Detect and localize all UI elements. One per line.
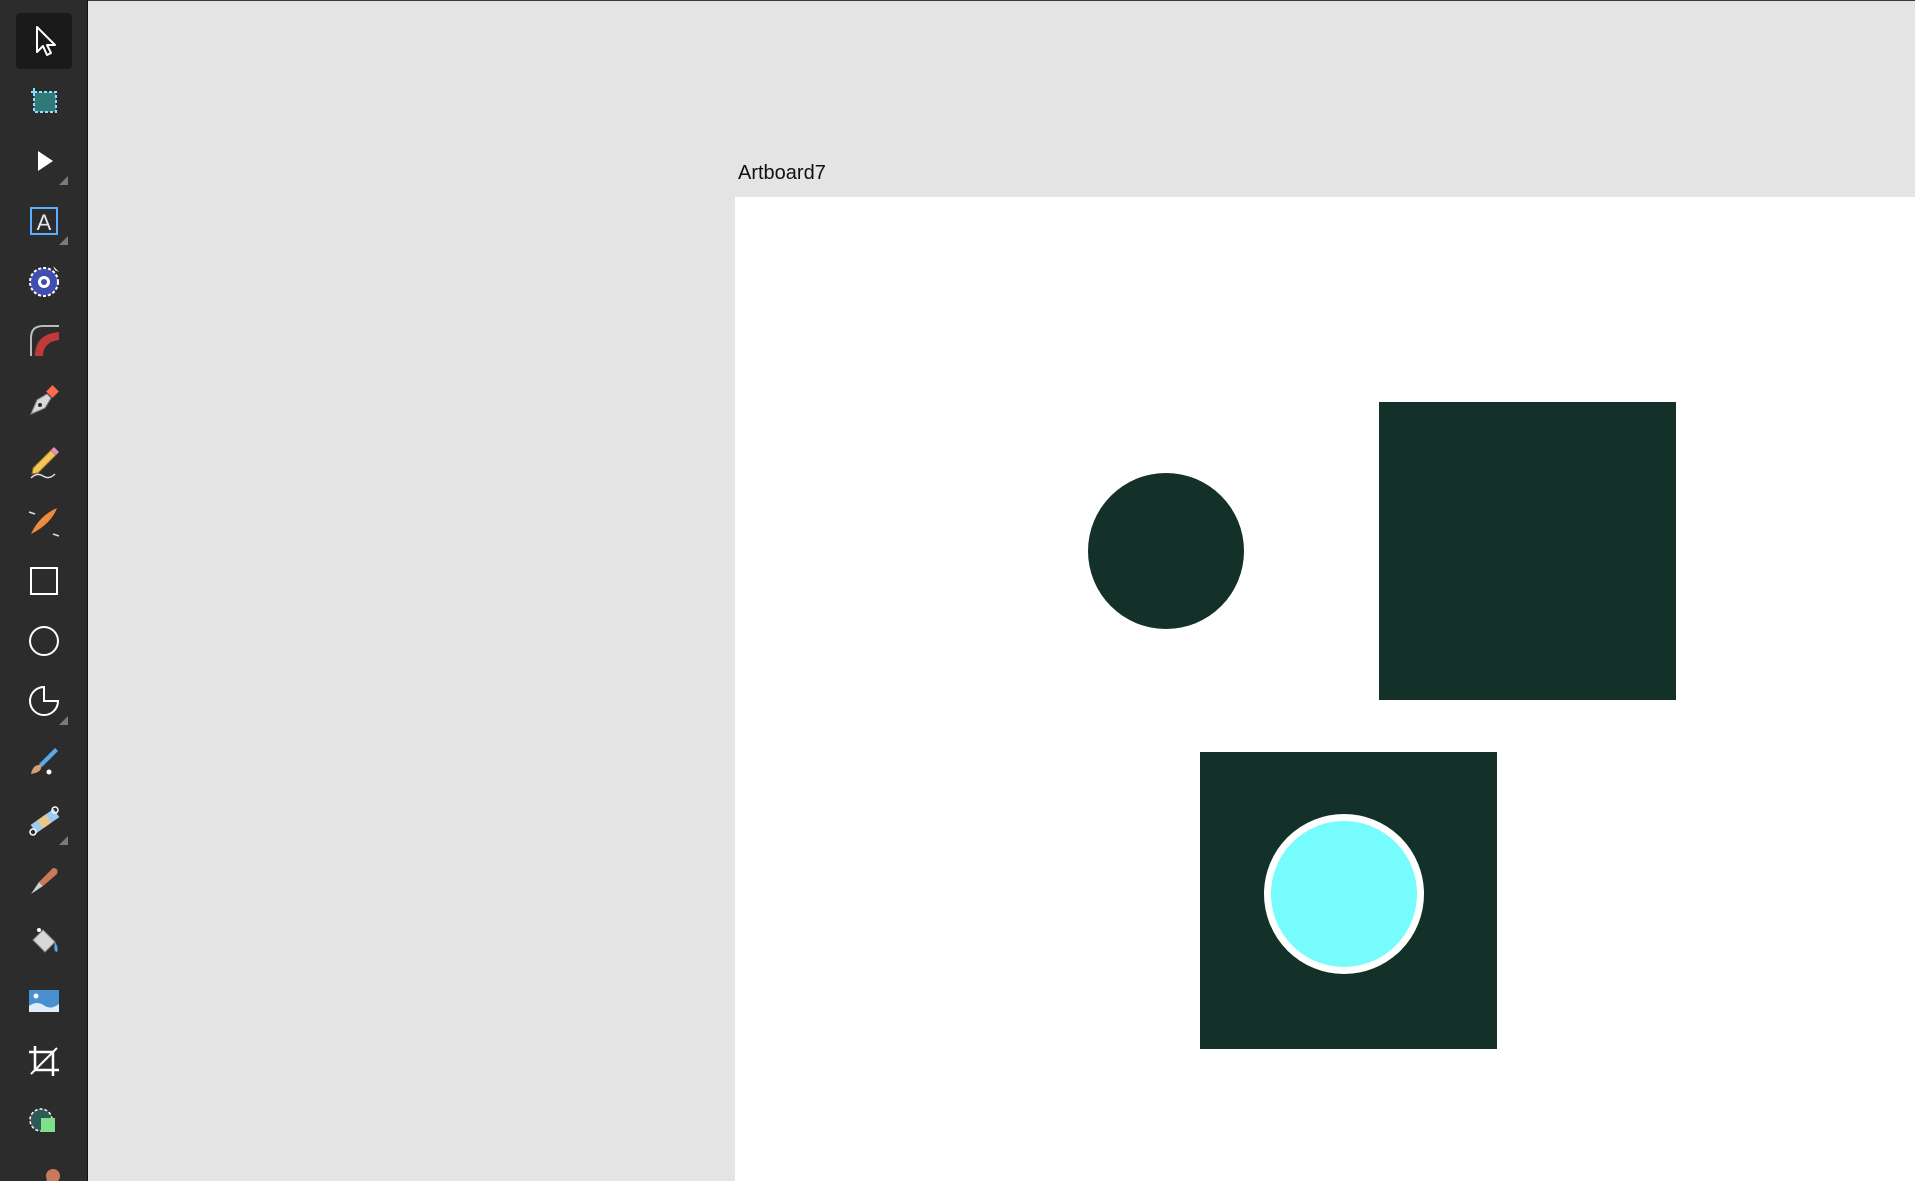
shape-builder-tool[interactable] — [16, 1093, 72, 1149]
pen-tool[interactable] — [16, 373, 72, 429]
dark-circle-shape[interactable] — [1088, 473, 1244, 629]
tool-flyout-indicator — [59, 236, 68, 245]
move-tool[interactable] — [16, 13, 72, 69]
artboard[interactable] — [735, 197, 1915, 1181]
corner-tool-icon — [30, 325, 59, 356]
node-tool[interactable] — [16, 133, 72, 189]
ellipse-tool[interactable] — [16, 613, 72, 669]
pie-tool-icon — [29, 685, 60, 716]
place-image-tool[interactable] — [16, 973, 72, 1029]
artboard-title[interactable]: Artboard7 — [738, 162, 826, 185]
cyan-circle-shape[interactable] — [1264, 814, 1424, 974]
crop-tool-icon — [29, 1046, 59, 1076]
crop-tool[interactable] — [16, 1033, 72, 1089]
tools-panel: A — [0, 0, 88, 1181]
pie-tool[interactable] — [16, 673, 72, 729]
shape-builder-tool-icon — [29, 1108, 55, 1132]
dark-square-shape[interactable] — [1379, 402, 1676, 700]
transparency-tool-icon — [29, 806, 60, 836]
fill-tool[interactable] — [16, 913, 72, 969]
tool-flyout-indicator — [59, 716, 68, 725]
fill-tool-icon — [32, 928, 58, 953]
transparency-tool[interactable] — [16, 793, 72, 849]
node-tool-icon — [38, 151, 53, 171]
svg-text:A: A — [37, 210, 52, 235]
contour-tool[interactable] — [16, 253, 72, 309]
frame-text-tool-icon: A — [30, 207, 58, 235]
move-tool-icon — [36, 26, 56, 56]
affinity-designer-window: A Artboard7 — [0, 0, 1915, 1181]
pixel-brush-tool-icon — [31, 868, 58, 894]
paint-brush-tool-icon — [31, 748, 58, 775]
corner-tool[interactable] — [16, 313, 72, 369]
artboard-tool[interactable] — [16, 73, 72, 129]
artboard-tool-icon — [31, 88, 57, 113]
tool-flyout-indicator — [59, 836, 68, 845]
place-image-tool-icon — [29, 990, 59, 1012]
pixel-brush-tool[interactable] — [16, 853, 72, 909]
document-canvas[interactable]: Artboard7 — [88, 0, 1915, 1181]
ellipse-tool-icon — [29, 626, 59, 656]
pen-tool-icon — [30, 385, 59, 415]
pencil-tool-icon — [30, 447, 59, 479]
color-picker-tool-icon — [46, 1169, 60, 1181]
vector-brush-tool-icon — [28, 508, 60, 537]
vector-brush-tool[interactable] — [16, 493, 72, 549]
color-picker-tool[interactable] — [16, 1153, 72, 1181]
rectangle-tool[interactable] — [16, 553, 72, 609]
rectangle-tool-icon — [30, 567, 58, 595]
contour-tool-icon — [29, 266, 59, 297]
tool-flyout-indicator — [59, 176, 68, 185]
frame-text-tool[interactable]: A — [16, 193, 72, 249]
paint-brush-tool[interactable] — [16, 733, 72, 789]
pencil-tool[interactable] — [16, 433, 72, 489]
dark-square-with-circle-shape[interactable] — [1200, 752, 1497, 1049]
